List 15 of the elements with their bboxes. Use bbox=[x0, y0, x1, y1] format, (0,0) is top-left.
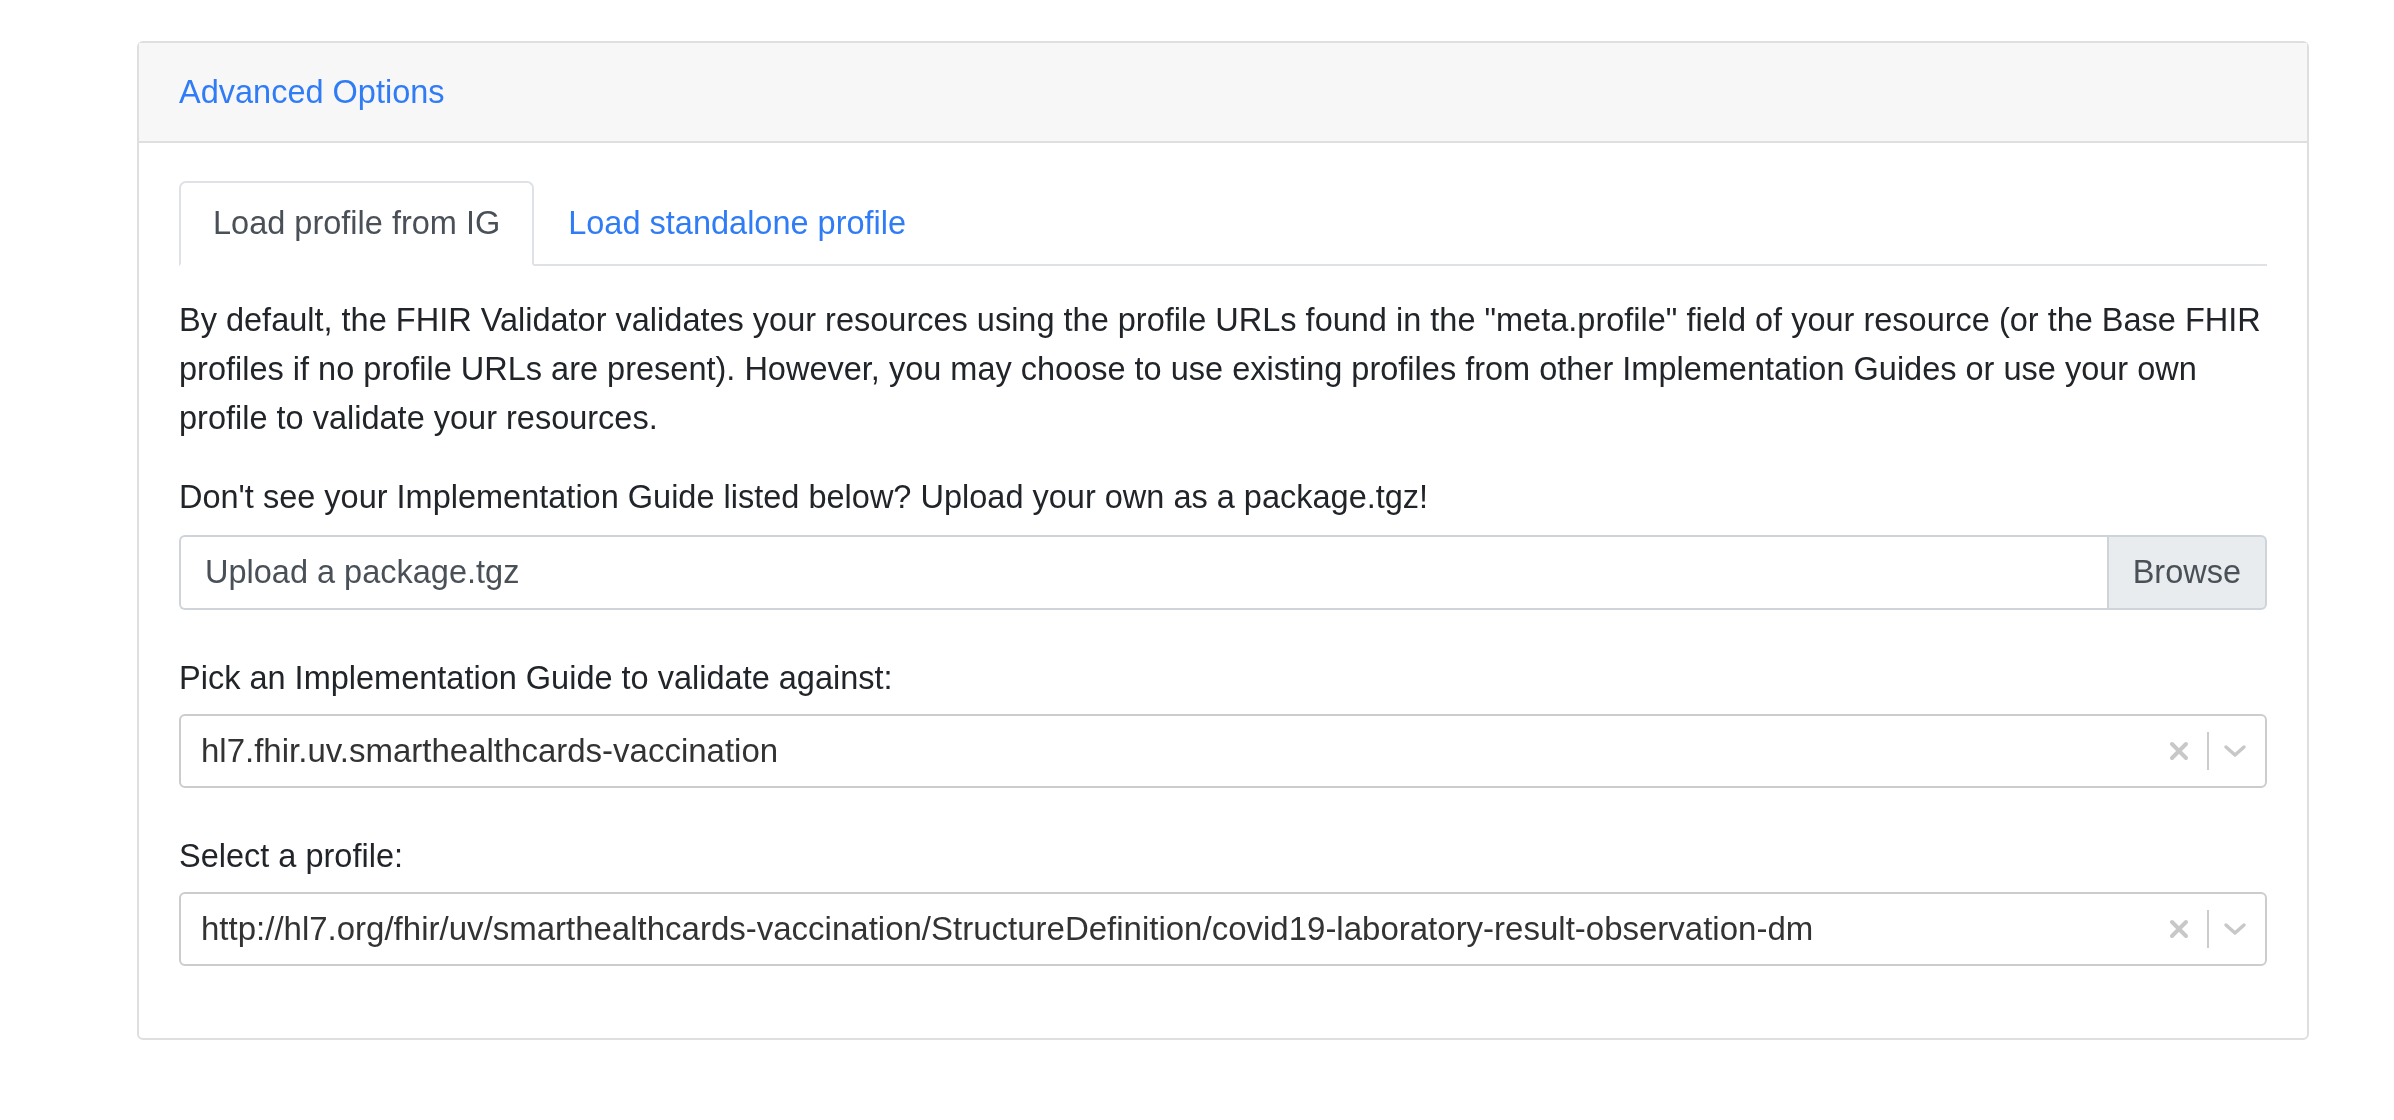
select-field[interactable]: http://hl7.org/fhir/uv/smarthealthcards-vaccination/StructureDefinition/covid19-laboratory-result-observation-dm bbox=[179, 892, 2267, 966]
file-input-field[interactable]: Upload a package.tgz bbox=[179, 535, 2107, 610]
select-label: Select a profile: bbox=[179, 837, 404, 876]
description-text: By default, the FHIR Validator validates your resources using the profile URLs found in the "meta.profile" field of your resource (or the Base FHIR profiles if no profile URLs are present). However, you may choose to use existing profiles from other Implementation Guides or use your own profile to validate your resources. bbox=[179, 301, 2262, 438]
select-label: Pick an Implementation Guide to validate against: bbox=[179, 659, 894, 698]
chevron-down-icon[interactable] bbox=[2223, 744, 2247, 758]
clear-icon[interactable] bbox=[2169, 741, 2189, 761]
browse-button[interactable]: Browse bbox=[2106, 535, 2267, 610]
advanced-options-link[interactable]: Advanced Options bbox=[179, 73, 445, 111]
chevron-down-icon[interactable] bbox=[2223, 922, 2247, 936]
upload-label: Don't see your Implementation Guide listed below? Upload your own as a package.tgz! bbox=[179, 478, 1430, 517]
clear-icon[interactable] bbox=[2169, 919, 2189, 939]
tab[interactable]: Load standalone profile bbox=[534, 181, 941, 266]
select-field[interactable]: hl7.fhir.uv.smarthealthcards-vaccination bbox=[179, 714, 2267, 788]
tab[interactable]: Load profile from IG bbox=[179, 181, 535, 266]
